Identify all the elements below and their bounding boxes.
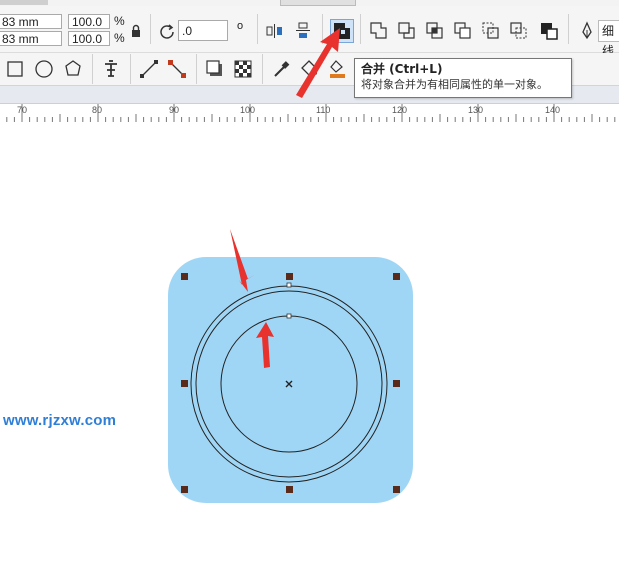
boundary-icon[interactable] xyxy=(538,20,560,42)
canvas-artwork xyxy=(168,229,413,503)
polygon-tool-icon[interactable] xyxy=(62,58,84,80)
ruler-label: 80 xyxy=(92,105,103,115)
node-marker[interactable] xyxy=(286,313,292,319)
combine-tooltip: 合并 (Ctrl+L) 将对象合并为有相同属性的单一对象。 xyxy=(354,58,572,98)
tooltip-title: 合并 (Ctrl+L) xyxy=(361,62,443,76)
interactive-fill-icon[interactable] xyxy=(326,58,348,80)
percent-label: % xyxy=(114,31,125,45)
selection-handle[interactable] xyxy=(286,273,293,280)
separator xyxy=(257,14,258,44)
ruler-label: 120 xyxy=(392,105,408,115)
lock-icon[interactable] xyxy=(128,23,144,39)
mirror-horizontal-icon[interactable] xyxy=(264,20,286,42)
tab-fragment xyxy=(0,0,48,5)
scale-y-field[interactable]: 100.0 xyxy=(68,31,110,46)
separator xyxy=(150,14,151,44)
intersect-icon[interactable] xyxy=(424,20,446,42)
combine-icon[interactable] xyxy=(330,19,354,43)
width-field[interactable]: 83 mm xyxy=(0,14,62,29)
degree-label: o xyxy=(237,20,244,32)
connector-tool-icon[interactable] xyxy=(166,58,188,80)
separator xyxy=(262,54,263,84)
selection-handle[interactable] xyxy=(181,486,188,493)
ruler-label: 140 xyxy=(545,105,561,115)
drop-shadow-icon[interactable] xyxy=(204,58,226,80)
rotate-icon xyxy=(157,21,179,43)
selection-handle[interactable] xyxy=(393,380,400,387)
selection-handle[interactable] xyxy=(286,486,293,493)
selection-handle[interactable] xyxy=(393,486,400,493)
property-bar: 83 mm 83 mm 100.0 100.0 % % .0 o 细线 xyxy=(0,6,619,58)
selection-handle[interactable] xyxy=(181,273,188,280)
separator xyxy=(360,14,361,44)
separator xyxy=(322,14,323,44)
outline-width-select[interactable]: 细线 xyxy=(598,20,619,58)
mirror-vertical-icon[interactable] xyxy=(292,20,314,42)
trim-icon[interactable] xyxy=(396,20,418,42)
rounded-square-shape[interactable] xyxy=(168,257,413,503)
pen-icon xyxy=(576,20,598,42)
separator xyxy=(196,54,197,84)
horizontal-ruler[interactable]: 70 80 90 100 110 120 130 140 xyxy=(0,103,619,123)
ruler-label: 70 xyxy=(17,105,28,115)
fill-icon[interactable] xyxy=(298,58,320,80)
ruler-label: 130 xyxy=(468,105,484,115)
line-tool-icon[interactable] xyxy=(138,58,160,80)
height-field[interactable]: 83 mm xyxy=(0,31,62,46)
drawing-canvas[interactable] xyxy=(0,122,619,585)
watermark: www.rjzxw.com xyxy=(3,412,117,429)
rectangle-tool-icon[interactable] xyxy=(4,58,26,80)
scale-x-field[interactable]: 100.0 xyxy=(68,14,110,29)
selection-handle[interactable] xyxy=(181,380,188,387)
rotation-field[interactable]: .0 xyxy=(178,20,228,41)
ruler-label: 100 xyxy=(240,105,256,115)
text-tool-icon[interactable] xyxy=(100,58,122,80)
front-minus-back-icon[interactable] xyxy=(480,20,502,42)
separator xyxy=(568,14,569,44)
ruler-label: 90 xyxy=(169,105,180,115)
percent-label: % xyxy=(114,14,125,28)
ruler-label: 110 xyxy=(316,105,331,115)
node-marker[interactable] xyxy=(286,282,292,288)
tooltip-description: 将对象合并为有相同属性的单一对象。 xyxy=(361,78,548,91)
transparency-icon[interactable] xyxy=(232,58,254,80)
separator xyxy=(130,54,131,84)
back-minus-front-icon[interactable] xyxy=(508,20,530,42)
separator xyxy=(92,54,93,84)
simplify-icon[interactable] xyxy=(452,20,474,42)
ellipse-tool-icon[interactable] xyxy=(33,58,55,80)
weld-icon[interactable] xyxy=(368,20,390,42)
selection-handle[interactable] xyxy=(393,273,400,280)
eyedropper-icon[interactable] xyxy=(270,58,292,80)
